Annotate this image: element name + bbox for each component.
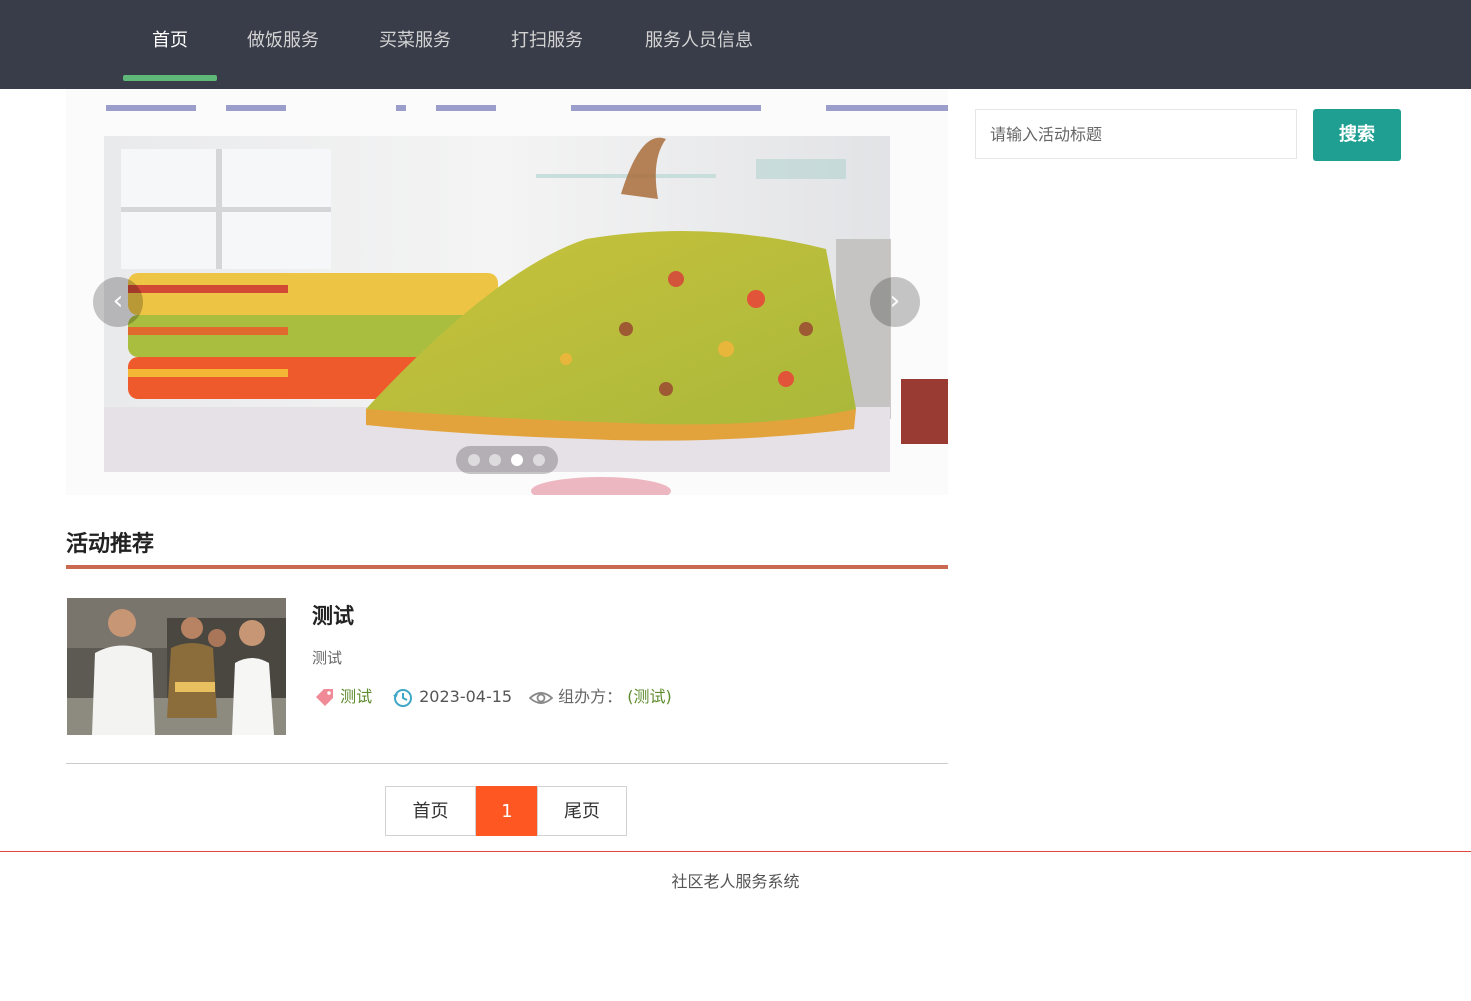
carousel-next-button[interactable]: ›: [870, 277, 920, 327]
chevron-right-icon: ›: [889, 286, 901, 316]
activity-description: 测试: [312, 649, 343, 667]
nav-item-grocery-service[interactable]: 买菜服务: [368, 0, 462, 82]
tag-icon: [316, 688, 333, 706]
activity-tag: 测试: [313, 686, 372, 708]
activity-date-text: 2023-04-15: [419, 687, 513, 706]
organizer-value: (测试): [627, 687, 672, 706]
pagination-current-page[interactable]: 1: [476, 786, 538, 836]
carousel-dot-4[interactable]: [533, 454, 545, 466]
carousel-dot-2[interactable]: [489, 454, 501, 466]
activity-search-input[interactable]: [975, 109, 1297, 159]
nav-item-staff-info[interactable]: 服务人员信息: [630, 0, 768, 82]
chevron-left-icon: ‹: [112, 286, 124, 316]
footer-divider: [0, 851, 1471, 852]
banner-carousel[interactable]: ‹ ›: [66, 89, 948, 495]
activity-thumbnail[interactable]: [67, 598, 286, 735]
activity-divider: [66, 763, 948, 764]
history-icon: [393, 688, 412, 707]
activity-tag-label: 测试: [340, 687, 373, 706]
activity-title[interactable]: 测试: [312, 600, 354, 630]
top-navbar: 首页 做饭服务 买菜服务 打扫服务 服务人员信息: [0, 0, 1471, 89]
pagination-first-button[interactable]: 首页: [385, 786, 476, 836]
activity-date: 2023-04-15: [392, 686, 512, 708]
nav-item-home[interactable]: 首页: [132, 0, 208, 82]
eye-icon: [528, 691, 554, 704]
search-button[interactable]: 搜索: [1313, 109, 1401, 161]
nav-active-indicator: [123, 75, 217, 81]
nav-item-cooking-service[interactable]: 做饭服务: [236, 0, 330, 82]
section-divider: [66, 565, 948, 569]
pagination-last-button[interactable]: 尾页: [537, 786, 627, 836]
carousel-dot-3[interactable]: [511, 454, 523, 466]
footer-copyright: 社区老人服务系统: [671, 872, 800, 891]
carousel-slide-image: [66, 89, 948, 495]
activity-organizer: 组办方： (测试): [528, 686, 672, 708]
nav-item-cleaning-service[interactable]: 打扫服务: [500, 0, 594, 82]
carousel-indicator: [456, 446, 558, 474]
carousel-dot-1[interactable]: [468, 454, 480, 466]
carousel-prev-button[interactable]: ‹: [93, 277, 143, 327]
organizer-label: 组办方：: [558, 687, 623, 706]
section-title: 活动推荐: [66, 532, 155, 557]
